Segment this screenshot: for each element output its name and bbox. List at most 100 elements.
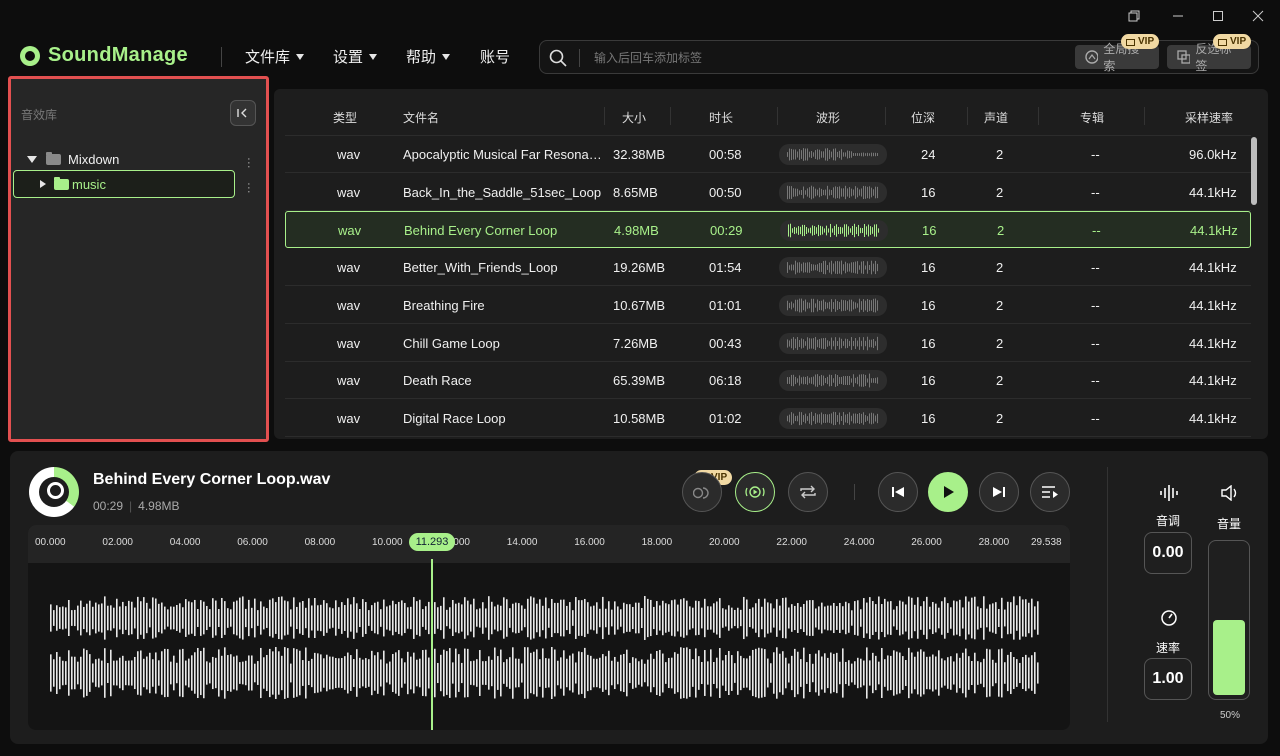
waveform-bar <box>1001 597 1003 639</box>
waveform-bar <box>599 657 601 689</box>
table-row[interactable]: wav Breathing Fire 10.67MB 01:01 16 2 -- 44.1kH… <box>285 287 1251 324</box>
table-row[interactable]: wav Better_With_Friends_Loop 19.26MB 01:54 1… <box>285 249 1251 287</box>
waveform-bar <box>566 605 568 631</box>
col-header-sample-rate[interactable]: 采样速率 <box>1185 109 1233 126</box>
waveform-bar <box>896 651 898 695</box>
waveform-bar <box>617 661 619 685</box>
waveform-bar <box>311 658 313 688</box>
waveform-bar <box>800 606 802 630</box>
tree-item-music[interactable]: music <box>13 170 235 198</box>
play-button[interactable] <box>928 472 968 512</box>
waveform-thumbnail[interactable] <box>779 144 887 165</box>
col-header-type[interactable]: 类型 <box>333 109 357 126</box>
table-scrollbar[interactable] <box>1251 137 1257 205</box>
minimize-button[interactable] <box>1158 0 1198 32</box>
more-options-icon[interactable]: ... <box>245 157 261 169</box>
maximize-button[interactable] <box>1198 0 1238 32</box>
pitch-input[interactable]: 0.00 <box>1144 532 1192 574</box>
waveform-bar <box>881 648 883 698</box>
invert-tags-icon <box>1177 50 1191 64</box>
volume-slider[interactable] <box>1208 540 1250 700</box>
auto-play-button[interactable] <box>735 472 775 512</box>
search-input[interactable] <box>594 49 1034 67</box>
waveform-thumbnail[interactable] <box>780 220 888 242</box>
track-waveform[interactable] <box>28 563 1070 730</box>
waveform-bar <box>287 601 289 635</box>
skip-previous-icon <box>892 487 904 497</box>
playlist-button[interactable] <box>1030 472 1070 512</box>
waveform-bar <box>167 649 169 697</box>
waveform-bar <box>74 656 76 690</box>
cell-album: -- <box>1091 184 1100 200</box>
waveform-thumbnail[interactable] <box>779 257 887 279</box>
cell-album: -- <box>1092 223 1101 239</box>
playhead[interactable] <box>431 559 433 730</box>
cell-bit-depth: 16 <box>921 297 936 313</box>
more-options-icon[interactable]: ... <box>245 182 261 194</box>
table-row[interactable]: wav Behind Every Corner Loop 4.98MB 00:29 16… <box>285 211 1251 249</box>
waveform-bar <box>254 663 256 683</box>
col-header-channels[interactable]: 声道 <box>984 109 1008 126</box>
waveform-thumbnail[interactable] <box>779 294 887 316</box>
table-row[interactable]: wav Apocalyptic Musical Far Resonant... 32… <box>285 136 1251 173</box>
col-header-filename[interactable]: 文件名 <box>403 109 439 126</box>
repeat-button[interactable] <box>788 472 828 512</box>
col-header-duration[interactable]: 时长 <box>709 109 733 126</box>
waveform-bar <box>923 601 925 635</box>
col-divider <box>967 107 968 125</box>
close-window-button[interactable] <box>1238 0 1278 32</box>
nav-settings[interactable]: 设置 <box>333 46 378 67</box>
waveform-bar <box>101 660 103 686</box>
minimize-icon <box>1173 15 1183 17</box>
restore-window-button[interactable] <box>1114 0 1154 32</box>
waveform-bar <box>80 600 82 636</box>
expand-arrow-icon[interactable] <box>40 180 46 188</box>
waveform-bar <box>902 656 904 690</box>
waveform-bar <box>365 658 367 688</box>
waveform-bar <box>818 606 820 630</box>
waveform-thumbnail[interactable] <box>779 407 887 429</box>
table-row[interactable]: wav Death Race 65.39MB 06:18 16 2 -- 44.1kHz <box>285 362 1251 400</box>
table-row[interactable]: wav Chill Game Loop 7.26MB 00:43 16 2 -- 44.1kH… <box>285 325 1251 362</box>
nav-account[interactable]: 账号 <box>480 46 510 67</box>
next-track-button[interactable] <box>979 472 1019 512</box>
col-header-album[interactable]: 专辑 <box>1080 109 1104 126</box>
ab-loop-button[interactable] <box>682 472 722 512</box>
waveform-bar <box>182 648 184 698</box>
waveform-bar <box>728 605 730 631</box>
waveform-bar <box>722 660 724 686</box>
waveform-bar <box>803 647 805 699</box>
timeline-ruler[interactable]: 00.00002.00004.00006.00008.00010.00012.0… <box>28 525 1070 563</box>
waveform-bar <box>797 651 799 695</box>
expand-arrow-icon[interactable] <box>27 155 37 163</box>
playhead-time[interactable]: 11.293 <box>409 533 455 551</box>
tree-item-mixdown[interactable]: Mixdown <box>13 145 235 173</box>
waveform-thumbnail[interactable] <box>779 370 887 392</box>
col-header-size[interactable]: 大小 <box>622 109 646 126</box>
waveform-bar <box>788 607 790 629</box>
collapse-panel-button[interactable] <box>230 100 256 126</box>
waveform-bar <box>467 648 469 698</box>
previous-track-button[interactable] <box>878 472 918 512</box>
waveform-bar <box>248 599 250 637</box>
waveform-thumbnail[interactable] <box>779 332 887 354</box>
waveform-bar <box>257 661 259 685</box>
waveform-bar <box>605 656 607 690</box>
waveform-bar <box>53 659 55 687</box>
waveform-thumbnail[interactable] <box>779 181 887 203</box>
nav-help[interactable]: 帮助 <box>406 46 451 67</box>
cell-channels: 2 <box>997 223 1005 239</box>
col-header-bit-depth[interactable]: 位深 <box>911 109 935 126</box>
table-row[interactable]: wav Digital Race Loop 10.58MB 01:02 16 2 -- 44.… <box>285 400 1251 437</box>
waveform-thumb-icon <box>787 260 878 275</box>
nav-file-library[interactable]: 文件库 <box>245 46 305 67</box>
waveform-bar <box>239 597 241 639</box>
col-header-waveform[interactable]: 波形 <box>816 109 840 126</box>
waveform-editor[interactable]: 00.00002.00004.00006.00008.00010.00012.0… <box>28 525 1070 730</box>
table-row[interactable]: wav Back_In_the_Saddle_51sec_Loop 8.65MB 00… <box>285 174 1251 211</box>
waveform-thumb-icon <box>788 224 879 238</box>
waveform-bar <box>836 652 838 694</box>
rate-input[interactable]: 1.00 <box>1144 658 1192 700</box>
cell-filename: Better_With_Friends_Loop <box>403 260 558 276</box>
waveform-bar <box>188 658 190 688</box>
